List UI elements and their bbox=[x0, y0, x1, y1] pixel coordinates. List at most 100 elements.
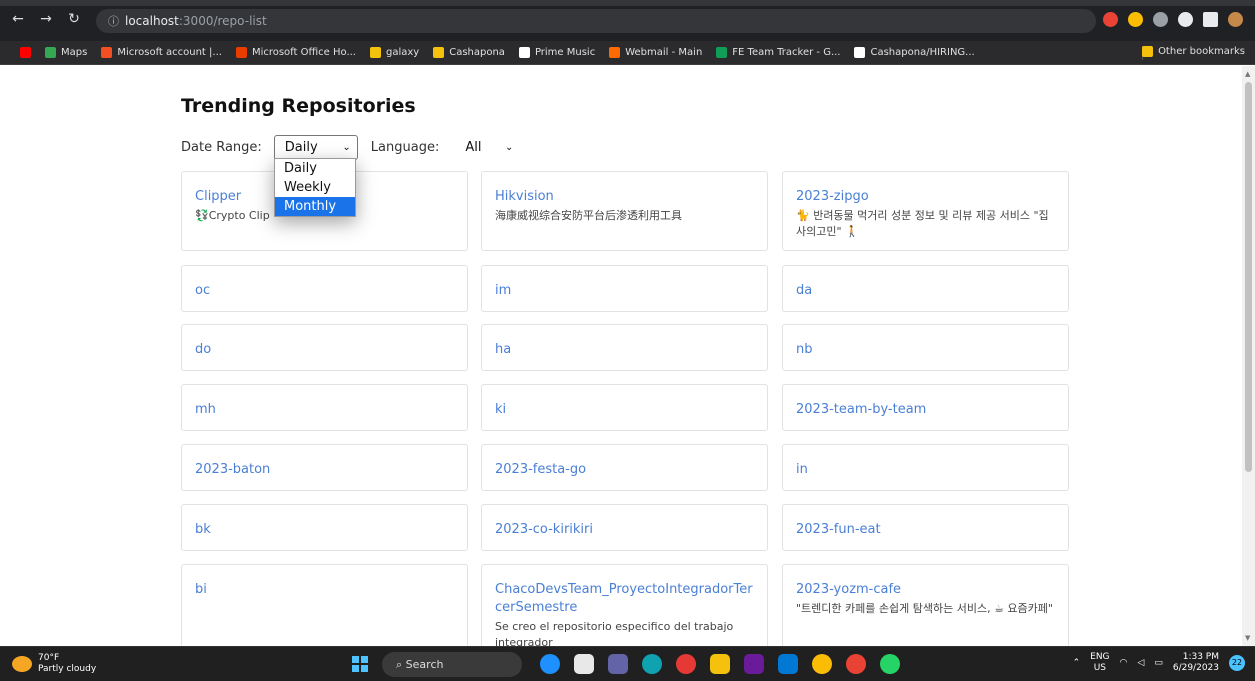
repo-card[interactable]: oc bbox=[181, 265, 468, 312]
repo-card[interactable]: ha bbox=[481, 324, 768, 371]
nav-buttons: ← → ↻ bbox=[12, 11, 80, 27]
repo-name[interactable]: 2023-team-by-team bbox=[796, 401, 1055, 419]
windows-start-icon[interactable] bbox=[352, 656, 368, 672]
battery-icon[interactable]: ▭ bbox=[1154, 658, 1163, 669]
repo-card[interactable]: ki bbox=[481, 384, 768, 431]
whatsapp-icon[interactable] bbox=[880, 654, 900, 674]
folder-icon[interactable] bbox=[710, 654, 730, 674]
repo-name[interactable]: nb bbox=[796, 341, 1055, 359]
extension-icon[interactable] bbox=[1128, 12, 1143, 27]
avatar[interactable] bbox=[1228, 12, 1243, 27]
other-bookmarks[interactable]: Other bookmarks bbox=[1142, 46, 1245, 57]
repo-card[interactable]: 2023-co-kirikiri bbox=[481, 504, 768, 551]
repo-name[interactable]: 2023-festa-go bbox=[495, 461, 754, 479]
date-option-daily[interactable]: Daily bbox=[275, 159, 355, 178]
reload-icon[interactable]: ↻ bbox=[68, 11, 80, 27]
search-label: Search bbox=[405, 658, 444, 671]
repo-description: 🐈 반려동물 먹거리 성분 정보 및 리뷰 제공 서비스 "집사의고민" 🚶 bbox=[796, 209, 1049, 238]
repo-card[interactable]: 2023-fun-eat bbox=[782, 504, 1069, 551]
repo-name[interactable]: mh bbox=[195, 401, 454, 419]
app-icon[interactable] bbox=[608, 654, 628, 674]
bookmark-item[interactable]: Microsoft Office Ho... bbox=[235, 47, 356, 58]
repo-name[interactable]: 2023-baton bbox=[195, 461, 454, 479]
extension-icon[interactable] bbox=[1153, 12, 1168, 27]
bookmark-item[interactable]: Webmail - Main bbox=[609, 47, 702, 58]
repo-name[interactable]: ki bbox=[495, 401, 754, 419]
weather-widget[interactable]: 70°F Partly cloudy bbox=[12, 653, 96, 675]
date-option-weekly[interactable]: Weekly bbox=[275, 178, 355, 197]
repo-name[interactable]: ha bbox=[495, 341, 754, 359]
repo-name[interactable]: ChacoDevsTeam_ProyectoIntegradorTercerSe… bbox=[495, 581, 754, 617]
repo-name[interactable]: 2023-zipgo bbox=[796, 188, 1055, 206]
app-icon[interactable] bbox=[744, 654, 764, 674]
scroll-up-icon[interactable]: ▲ bbox=[1245, 70, 1250, 78]
repo-card[interactable]: bk bbox=[181, 504, 468, 551]
repo-card[interactable]: 2023-baton bbox=[181, 444, 468, 491]
chrome-icon[interactable] bbox=[846, 654, 866, 674]
page-title: Trending Repositories bbox=[181, 95, 416, 117]
info-icon[interactable]: ⓘ bbox=[108, 15, 119, 28]
sidepanel-icon[interactable] bbox=[1203, 12, 1218, 27]
wifi-icon[interactable]: ◠ bbox=[1120, 658, 1128, 669]
repo-name[interactable]: da bbox=[796, 282, 1055, 300]
app-icon[interactable] bbox=[574, 654, 594, 674]
app-icon[interactable] bbox=[676, 654, 696, 674]
scrollbar[interactable]: ▲ ▼ bbox=[1242, 66, 1255, 646]
repo-card[interactable]: 2023-zipgo 🐈 반려동물 먹거리 성분 정보 및 리뷰 제공 서비스 "… bbox=[782, 171, 1069, 251]
bookmark-item[interactable]: Microsoft account |... bbox=[101, 47, 222, 58]
repo-card[interactable]: im bbox=[481, 265, 768, 312]
chrome-icon[interactable] bbox=[812, 654, 832, 674]
repo-name[interactable]: in bbox=[796, 461, 1055, 479]
repo-name[interactable]: 2023-yozm-cafe bbox=[796, 581, 1055, 599]
bookmark-icon bbox=[518, 47, 530, 58]
bookmark-item[interactable]: Prime Music bbox=[518, 47, 595, 58]
address-bar[interactable]: ⓘ localhost:3000/repo-list bbox=[96, 9, 1096, 33]
repo-card[interactable]: bi bbox=[181, 564, 468, 646]
notification-badge[interactable]: 22 bbox=[1229, 655, 1245, 671]
youtube-icon[interactable] bbox=[20, 47, 31, 58]
bookmark-item[interactable]: galaxy bbox=[370, 47, 419, 58]
scrollbar-thumb[interactable] bbox=[1245, 82, 1252, 472]
vscode-icon[interactable] bbox=[778, 654, 798, 674]
repo-card[interactable]: 2023-yozm-cafe "트렌디한 카페를 손쉽게 탐색하는 서비스, ☕ … bbox=[782, 564, 1069, 646]
forward-icon[interactable]: → bbox=[40, 11, 52, 27]
bookmark-item[interactable]: Maps bbox=[45, 47, 87, 58]
repo-card[interactable]: in bbox=[782, 444, 1069, 491]
date-option-monthly[interactable]: Monthly bbox=[275, 197, 355, 216]
repo-name[interactable]: do bbox=[195, 341, 454, 359]
edge-icon[interactable] bbox=[642, 654, 662, 674]
browser-toolbar: ← → ↻ ⓘ localhost:3000/repo-list bbox=[0, 0, 1255, 41]
volume-icon[interactable]: ◁ bbox=[1137, 658, 1144, 669]
bookmark-icon bbox=[45, 47, 56, 58]
repo-name[interactable]: Hikvision bbox=[495, 188, 754, 206]
repo-name[interactable]: 2023-co-kirikiri bbox=[495, 521, 754, 539]
repo-name[interactable]: bi bbox=[195, 581, 454, 599]
chevron-up-icon[interactable]: ⌃ bbox=[1073, 658, 1081, 669]
repo-card[interactable]: 2023-festa-go bbox=[481, 444, 768, 491]
scroll-down-icon[interactable]: ▼ bbox=[1245, 634, 1250, 642]
repo-card[interactable]: mh bbox=[181, 384, 468, 431]
repo-card[interactable]: do bbox=[181, 324, 468, 371]
repo-card[interactable]: Hikvision 海康威视综合安防平台后渗透利用工具 bbox=[481, 171, 768, 251]
language-select[interactable]: All ⌄ bbox=[455, 135, 519, 160]
repo-name[interactable]: 2023-fun-eat bbox=[796, 521, 1055, 539]
repo-name[interactable]: oc bbox=[195, 282, 454, 300]
clock[interactable]: 1:33 PM 6/29/2023 bbox=[1173, 652, 1219, 674]
repo-card[interactable]: nb bbox=[782, 324, 1069, 371]
repo-name[interactable]: bk bbox=[195, 521, 454, 539]
app-icon[interactable] bbox=[540, 654, 560, 674]
extension-icon[interactable] bbox=[1103, 12, 1118, 27]
repo-card[interactable]: da bbox=[782, 265, 1069, 312]
repo-name[interactable]: im bbox=[495, 282, 754, 300]
taskbar-apps bbox=[540, 654, 900, 674]
back-icon[interactable]: ← bbox=[12, 11, 24, 27]
bookmark-item[interactable]: FE Team Tracker - G... bbox=[716, 47, 840, 58]
repo-card[interactable]: 2023-team-by-team bbox=[782, 384, 1069, 431]
bookmark-item[interactable]: Cashapona/HIRING... bbox=[854, 47, 975, 58]
puzzle-icon[interactable] bbox=[1178, 12, 1193, 27]
taskbar-search[interactable]: ⌕ Search bbox=[382, 652, 522, 677]
bookmark-item[interactable]: Cashapona bbox=[433, 47, 505, 58]
repo-card[interactable]: ChacoDevsTeam_ProyectoIntegradorTercerSe… bbox=[481, 564, 768, 646]
date-range-select[interactable]: Daily ⌄ bbox=[273, 135, 358, 160]
bookmark-icon bbox=[101, 47, 113, 58]
